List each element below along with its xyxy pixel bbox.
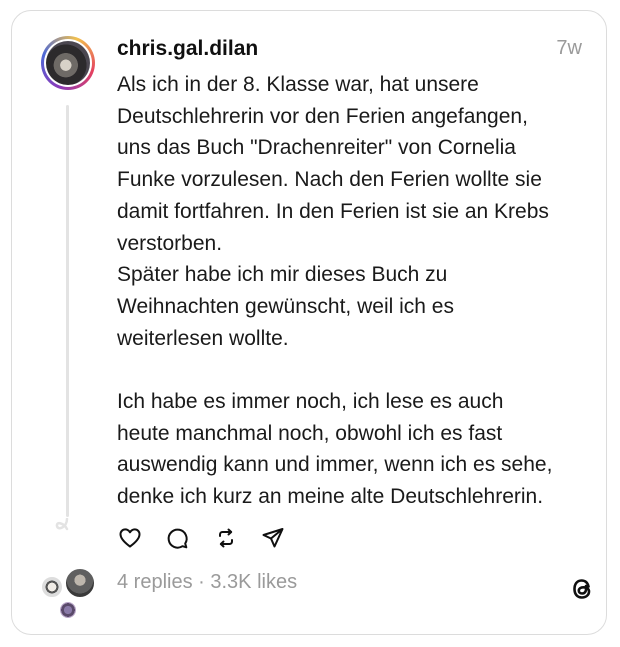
reply-avatar	[64, 567, 96, 599]
threads-logo-icon[interactable]	[568, 574, 596, 604]
post-timestamp[interactable]: 7w	[556, 37, 582, 60]
avatar-photo	[46, 41, 90, 85]
reply-button[interactable]	[164, 525, 190, 551]
reply-avatar	[40, 575, 64, 599]
author-username[interactable]: chris.gal.dilan	[117, 37, 258, 61]
author-avatar[interactable]	[41, 36, 95, 90]
post-text: Als ich in der 8. Klasse war, hat unsere…	[117, 73, 553, 509]
post-stats[interactable]: 4 replies · 3.3K likes	[117, 571, 297, 594]
reply-avatars[interactable]	[40, 565, 100, 621]
thread-line	[66, 105, 69, 517]
like-button[interactable]	[117, 525, 143, 551]
share-button[interactable]	[260, 525, 286, 551]
reply-avatar	[58, 600, 78, 620]
repost-icon	[219, 528, 233, 548]
thread-curl-icon	[55, 518, 69, 531]
heart-icon	[119, 528, 141, 548]
repost-button[interactable]	[213, 525, 239, 551]
send-icon	[262, 528, 284, 548]
avatar-ring-gap	[44, 39, 92, 87]
comment-icon	[167, 528, 188, 549]
